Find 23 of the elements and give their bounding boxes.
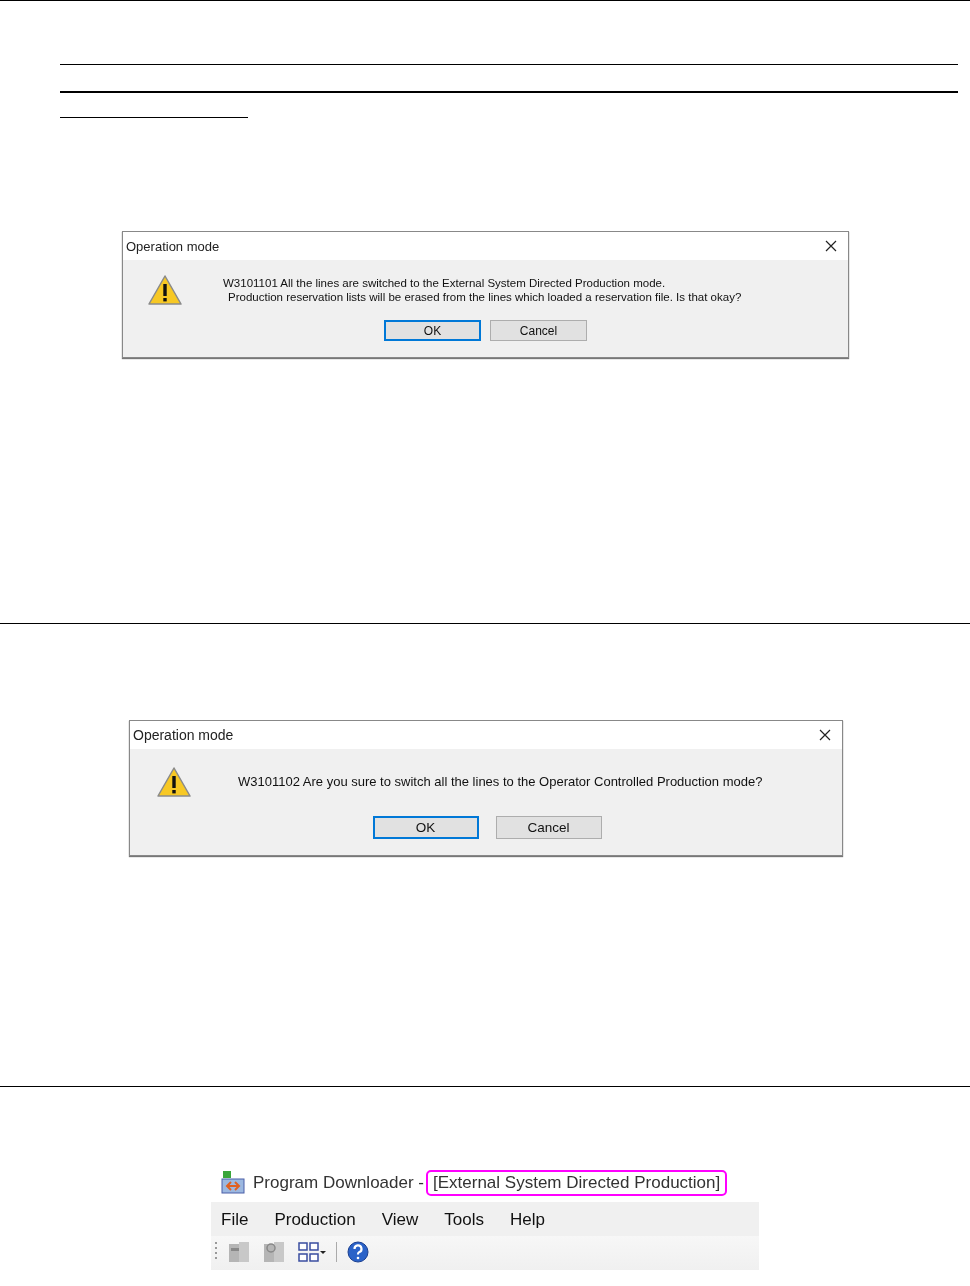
layout-icon[interactable]: [297, 1240, 327, 1264]
message-text: W3101102 Are you sure to switch all the lines to the Operator Controlled Production mode?: [238, 775, 763, 789]
window-title: Program Downloader -: [253, 1173, 424, 1193]
menu-item[interactable]: Tools: [444, 1210, 484, 1230]
menu-item[interactable]: File: [221, 1210, 249, 1230]
menu-item[interactable]: Production: [274, 1210, 356, 1230]
warning-icon: [156, 766, 192, 798]
dialog-title: Operation mode: [126, 238, 220, 254]
warning-icon: [147, 274, 183, 306]
mode-label: [External System Directed Production]: [426, 1170, 728, 1196]
app-icon: [221, 1171, 247, 1195]
message-text: W3101101 All the lines are switched to the External System Directed Production mode.: [223, 276, 667, 290]
cancel-button[interactable]: Cancel: [490, 320, 587, 341]
help-icon[interactable]: [346, 1240, 370, 1264]
message-text: Production reservation lists will be erased from the lines which loaded a reservation file. Is that okay?: [227, 290, 742, 304]
menu-item[interactable]: Help: [509, 1210, 545, 1230]
close-icon[interactable]: [819, 729, 831, 741]
menu-item[interactable]: View: [381, 1210, 419, 1230]
ok-button[interactable]: OK: [384, 320, 481, 341]
close-icon[interactable]: [825, 240, 837, 252]
cancel-button[interactable]: Cancel: [495, 816, 602, 839]
ok-button[interactable]: OK: [372, 816, 479, 839]
dialog-title: Operation mode: [133, 727, 234, 743]
